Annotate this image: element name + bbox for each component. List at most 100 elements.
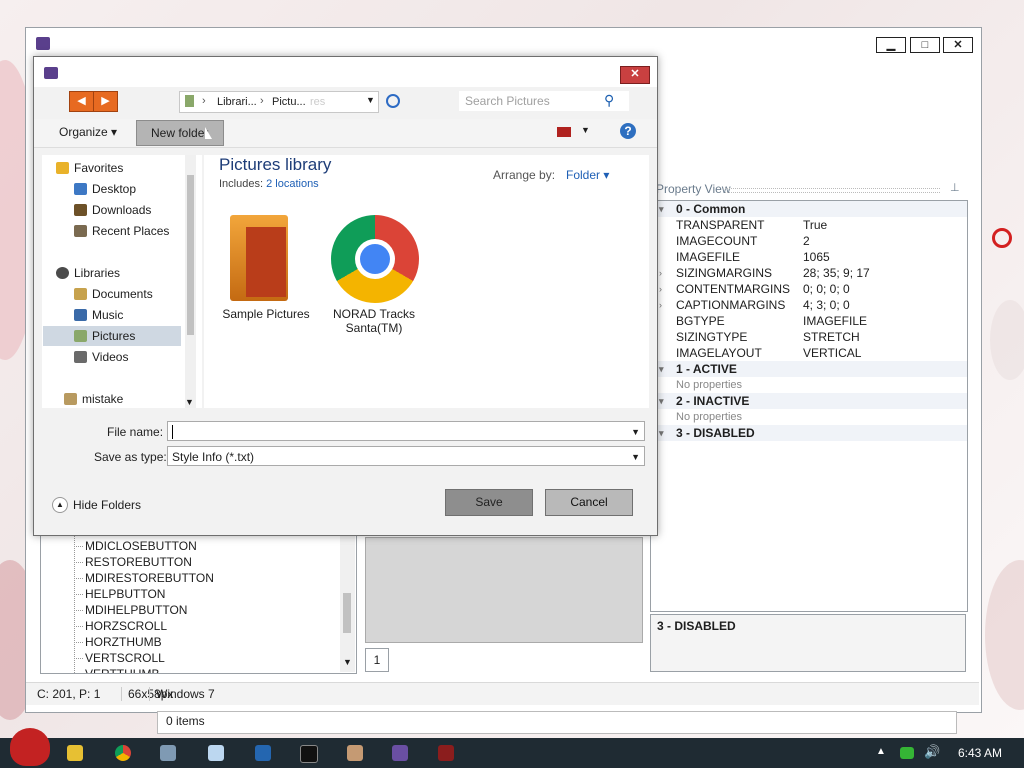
- property-row[interactable]: IMAGEFILE 1065: [651, 249, 967, 265]
- refresh-icon[interactable]: [386, 94, 400, 108]
- search-icon[interactable]: ⚲: [604, 92, 614, 109]
- back-button[interactable]: ◀: [69, 91, 94, 112]
- property-row[interactable]: TRANSPARENT True: [651, 217, 967, 233]
- nav-videos[interactable]: Videos: [74, 350, 128, 364]
- maximize-button[interactable]: □: [910, 37, 940, 53]
- tree-item[interactable]: MDIHELPBUTTON: [85, 603, 187, 617]
- help-icon[interactable]: ?: [620, 123, 636, 139]
- nav-desktop[interactable]: Desktop: [74, 182, 136, 196]
- nav-scroll-down-icon[interactable]: ▼: [185, 397, 194, 407]
- category-expand-icon[interactable]: ▾: [659, 361, 664, 377]
- nav-user[interactable]: mistake: [64, 392, 123, 406]
- breadcrumb-pictures[interactable]: Pictu...: [272, 96, 306, 108]
- category-expand-icon[interactable]: ▾: [659, 425, 664, 441]
- start-button-angry-bird-icon[interactable]: [10, 728, 50, 766]
- nav-downloads[interactable]: Downloads: [74, 203, 151, 217]
- scroll-thumb[interactable]: [343, 593, 351, 633]
- notepad-taskbar-icon[interactable]: [208, 745, 224, 761]
- property-value[interactable]: True: [803, 217, 827, 233]
- organize-button[interactable]: Organize ▾: [59, 125, 117, 139]
- no-properties-note[interactable]: No properties: [651, 377, 967, 393]
- resource-hacker-taskbar-icon[interactable]: [438, 745, 454, 761]
- nav-documents[interactable]: Documents: [74, 287, 153, 301]
- nav-libraries[interactable]: Libraries: [56, 266, 120, 280]
- property-expand-icon[interactable]: ›: [659, 297, 662, 313]
- property-row[interactable]: › SIZINGMARGINS 28; 35; 9; 17: [651, 265, 967, 281]
- image-index[interactable]: 1: [365, 648, 389, 672]
- view-options-icon[interactable]: [557, 127, 571, 137]
- property-value[interactable]: STRETCH: [803, 329, 860, 345]
- category-expand-icon[interactable]: ▾: [659, 393, 664, 409]
- app-taskbar-icon[interactable]: [255, 745, 271, 761]
- property-value[interactable]: 4; 3; 0; 0: [803, 297, 850, 313]
- tree-scrollbar[interactable]: ▼: [340, 535, 355, 672]
- breadcrumb-libraries[interactable]: Librari...: [217, 96, 257, 108]
- dialog-close-button[interactable]: ✕: [620, 66, 650, 84]
- cancel-button[interactable]: Cancel: [545, 489, 633, 516]
- property-expand-icon[interactable]: ›: [659, 265, 662, 281]
- tree-item[interactable]: HELPBUTTON: [85, 587, 165, 601]
- network-icon[interactable]: [900, 747, 914, 759]
- tree-item[interactable]: MDIRESTOREBUTTON: [85, 571, 214, 585]
- property-value[interactable]: IMAGEFILE: [803, 313, 867, 329]
- tree-item[interactable]: HORZTHUMB: [85, 635, 162, 649]
- property-category[interactable]: ▾ 0 - Common: [651, 201, 967, 217]
- nav-recent-places[interactable]: Recent Places: [74, 224, 169, 238]
- tree-item[interactable]: HORZSCROLL: [85, 619, 167, 633]
- property-row[interactable]: IMAGELAYOUT VERTICAL: [651, 345, 967, 361]
- property-value[interactable]: 28; 35; 9; 17: [803, 265, 870, 281]
- nav-pictures[interactable]: Pictures: [74, 329, 135, 343]
- nav-favorites[interactable]: Favorites: [56, 161, 123, 175]
- property-row[interactable]: BGTYPE IMAGEFILE: [651, 313, 967, 329]
- clock[interactable]: 6:43 AM: [958, 746, 1002, 760]
- tree-item[interactable]: VERTTHUMB: [85, 667, 159, 673]
- nav-scroll-thumb[interactable]: [187, 175, 194, 335]
- file-item-norad[interactable]: NORAD Tracks Santa(TM): [329, 215, 419, 335]
- save-type-select[interactable]: Style Info (*.txt) ▼: [167, 446, 645, 466]
- property-value[interactable]: 0; 0; 0; 0: [803, 281, 850, 297]
- search-box[interactable]: Search Pictures ⚲: [459, 91, 629, 111]
- file-name-dropdown-icon[interactable]: ▼: [631, 422, 640, 442]
- save-button[interactable]: Save: [445, 489, 533, 516]
- forward-button[interactable]: ▶: [93, 91, 118, 112]
- power-button[interactable]: [988, 224, 1018, 264]
- property-category[interactable]: ▾ 2 - INACTIVE: [651, 393, 967, 409]
- minimize-button[interactable]: ▁: [876, 37, 906, 53]
- paint-taskbar-icon[interactable]: [160, 745, 176, 761]
- explorer-taskbar-icon[interactable]: [67, 745, 83, 761]
- address-dropdown-icon[interactable]: ▼: [366, 95, 375, 105]
- property-row[interactable]: SIZINGTYPE STRETCH: [651, 329, 967, 345]
- close-button[interactable]: ✕: [943, 37, 973, 53]
- property-value[interactable]: 1065: [803, 249, 830, 265]
- 7zip-taskbar-icon[interactable]: [300, 745, 318, 763]
- tree-item[interactable]: VERTSCROLL: [85, 651, 165, 665]
- property-value[interactable]: 2: [803, 233, 810, 249]
- file-item-sample-pictures[interactable]: Sample Pictures: [222, 211, 310, 321]
- property-expand-icon[interactable]: ›: [659, 281, 662, 297]
- property-value[interactable]: VERTICAL: [803, 345, 861, 361]
- tray-expand-icon[interactable]: ▲: [876, 746, 886, 757]
- property-category[interactable]: ▾ 1 - ACTIVE: [651, 361, 967, 377]
- chrome-taskbar-icon[interactable]: [115, 745, 131, 761]
- file-name-input[interactable]: ▼: [167, 421, 645, 441]
- property-row[interactable]: IMAGECOUNT 2: [651, 233, 967, 249]
- tree-item[interactable]: RESTOREBUTTON: [85, 555, 192, 569]
- style-builder-taskbar-icon[interactable]: [392, 745, 408, 761]
- pin-icon[interactable]: ⊥: [950, 181, 960, 194]
- volume-icon[interactable]: 🔊: [924, 744, 940, 760]
- property-row[interactable]: › CAPTIONMARGINS 4; 3; 0; 0: [651, 297, 967, 313]
- tree-item[interactable]: MDICLOSEBUTTON: [85, 539, 197, 553]
- scroll-down-icon[interactable]: ▼: [343, 657, 352, 667]
- property-category[interactable]: ▾ 3 - DISABLED: [651, 425, 967, 441]
- save-type-dropdown-icon[interactable]: ▼: [631, 447, 640, 467]
- no-properties-note[interactable]: No properties: [651, 409, 967, 425]
- tool-taskbar-icon[interactable]: [347, 745, 363, 761]
- address-bar[interactable]: › Librari... › Pictu... res ▼: [179, 91, 379, 113]
- locations-link[interactable]: 2 locations: [266, 178, 319, 190]
- arrange-dropdown[interactable]: Folder ▾: [566, 168, 609, 182]
- category-expand-icon[interactable]: ▾: [659, 201, 664, 217]
- property-row[interactable]: › CONTENTMARGINS 0; 0; 0; 0: [651, 281, 967, 297]
- nav-scrollbar[interactable]: [185, 155, 196, 408]
- nav-music[interactable]: Music: [74, 308, 123, 322]
- view-dropdown-icon[interactable]: ▼: [581, 125, 590, 135]
